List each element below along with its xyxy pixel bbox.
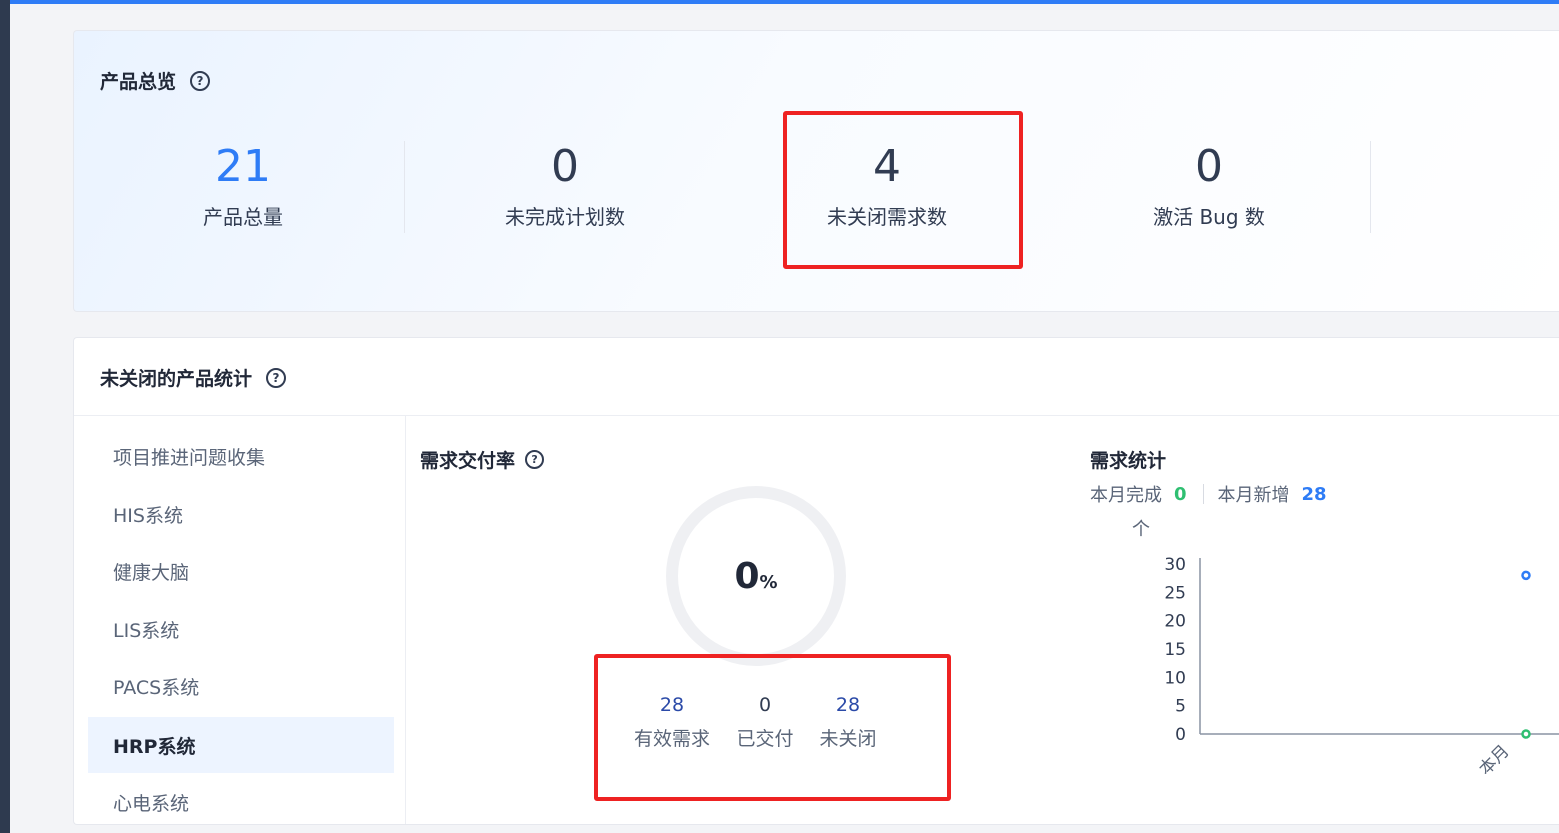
- delivery-rate-title: 需求交付率 ?: [420, 446, 545, 473]
- req-stats-chart: 个 30 25 20 15 10 5 0 本月: [1132, 519, 1559, 780]
- delivery-rate-number: 0: [734, 556, 760, 597]
- y-tick-label: 10: [1164, 668, 1186, 688]
- delivery-rate-unit: %: [759, 572, 778, 593]
- stat-unfinished-plans[interactable]: 0 未完成计划数: [404, 141, 726, 230]
- highlight-box-delivery: [594, 654, 951, 801]
- delivery-rate-title-text: 需求交付率: [420, 450, 516, 472]
- product-item[interactable]: LIS系统: [88, 601, 394, 657]
- left-rail: [0, 0, 10, 833]
- product-item[interactable]: HIS系统: [88, 486, 394, 542]
- overview-title: 产品总览 ?: [100, 67, 211, 94]
- product-item[interactable]: 项目推进问题收集: [88, 428, 394, 484]
- series-0-point: [1521, 570, 1531, 581]
- y-tick-label: 0: [1175, 725, 1186, 745]
- y-tick-label: 15: [1164, 640, 1186, 660]
- products-title-text: 未关闭的产品统计: [100, 368, 253, 390]
- stat-active-bugs[interactable]: 0 激活 Bug 数: [1048, 141, 1370, 230]
- month-done-label: 本月完成: [1090, 485, 1162, 506]
- product-item[interactable]: 心电系统: [88, 774, 394, 830]
- y-tick-label: 25: [1164, 583, 1186, 603]
- month-new-value: 28: [1301, 483, 1327, 505]
- req-stats-title-text: 需求统计: [1090, 450, 1167, 472]
- stat-label: 激活 Bug 数: [1153, 205, 1265, 229]
- stat-value: 0: [551, 141, 579, 192]
- stat-value: 21: [215, 141, 271, 192]
- top-accent-bar: [10, 0, 1559, 4]
- y-tick-label: 20: [1164, 612, 1186, 632]
- req-stats-summary: 本月完成 0 本月新增 28: [1090, 481, 1327, 507]
- y-tick-label: 5: [1175, 697, 1186, 717]
- help-icon[interactable]: ?: [266, 367, 287, 388]
- product-list: 项目推进问题收集 HIS系统 健康大脑 LIS系统 PACS系统 HRP系统 心…: [74, 416, 406, 824]
- help-icon[interactable]: ?: [525, 450, 545, 469]
- req-stats-title: 需求统计: [1090, 446, 1166, 473]
- stat-label: 未完成计划数: [505, 205, 625, 229]
- product-item-active[interactable]: HRP系统: [88, 717, 394, 773]
- y-tick-label: 30: [1164, 555, 1186, 575]
- x-tick-label: 本月: [1475, 741, 1513, 779]
- product-item[interactable]: 健康大脑: [88, 543, 394, 599]
- month-new-label: 本月新增: [1217, 485, 1290, 506]
- separator: [1202, 484, 1204, 504]
- month-done-value: 0: [1174, 483, 1187, 505]
- stat-label: 产品总量: [203, 205, 283, 229]
- highlight-box-unclosed-req: [783, 111, 1023, 269]
- product-item[interactable]: PACS系统: [88, 658, 394, 714]
- overview-title-text: 产品总览: [100, 71, 177, 93]
- help-icon[interactable]: ?: [190, 70, 211, 91]
- stat-product-total[interactable]: 21 产品总量: [82, 141, 404, 230]
- series-1-point: [1521, 729, 1531, 739]
- divider: [1370, 141, 1371, 233]
- products-title: 未关闭的产品统计 ?: [100, 364, 287, 391]
- delivery-rate-value: 0%: [666, 556, 846, 597]
- y-axis-unit: 个: [1132, 519, 1150, 540]
- stat-value: 0: [1195, 141, 1223, 192]
